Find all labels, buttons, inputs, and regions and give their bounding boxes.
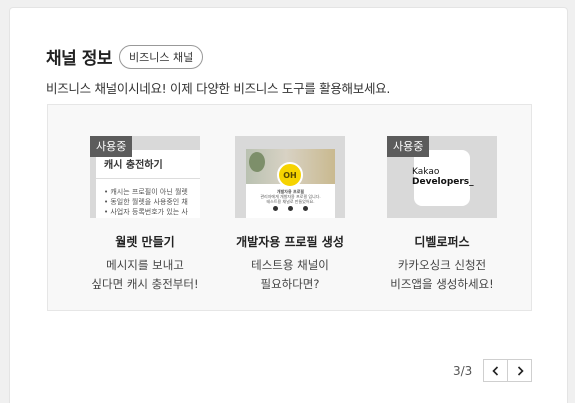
wallet-thumbnail: 사용중 캐시 충전하기 • 캐시는 프로필이 아닌 월렛 • 동일한 월렛을 사… (90, 136, 200, 218)
home-icon (273, 206, 278, 211)
in-use-badge: 사용중 (90, 136, 133, 157)
business-tools-panel: 사용중 캐시 충전하기 • 캐시는 프로필이 아닌 월렛 • 동일한 월렛을 사… (47, 104, 532, 311)
chat-icon (288, 206, 293, 211)
cash-charge-preview: 캐시 충전하기 • 캐시는 프로필이 아닌 월렛 • 동일한 월렛을 사용중인 … (96, 150, 200, 218)
dev-profile-thumbnail: OH 개발자용 프로필 관리자에게 개발자용 프로필 입니다. 테스트용 채널로… (235, 136, 345, 218)
title-row: 채널 정보 비즈니스 채널 (46, 44, 204, 69)
description-text: 비즈니스 채널이시네요! 이제 다양한 비즈니스 도구를 활용해보세요. (46, 81, 391, 96)
profile-avatar: OH (277, 162, 303, 188)
kakao-developers-logo: Kakao Developers_ (412, 150, 474, 206)
card-description: 메시지를 보내고 싶다면 캐시 충전부터! (91, 258, 199, 291)
developers-card[interactable]: 사용중 Kakao Developers_ 디벨로퍼스 카카오싱크 신청전 비즈… (372, 136, 512, 294)
chevron-left-icon (491, 365, 498, 376)
in-use-badge: 사용중 (387, 136, 430, 157)
prev-page-button[interactable] (483, 359, 508, 382)
plant-image (249, 152, 265, 172)
next-page-button[interactable] (507, 359, 532, 382)
card-description: 테스트용 채널이 필요하다면? (251, 258, 329, 291)
card-description: 카카오싱크 신청전 비즈앱을 생성하세요! (390, 258, 494, 291)
developers-thumbnail: 사용중 Kakao Developers_ (387, 136, 497, 218)
card-title: 월렛 만들기 (115, 235, 175, 249)
channel-info-card: 채널 정보 비즈니스 채널 비즈니스 채널이시네요! 이제 다양한 비즈니스 도… (9, 7, 568, 403)
business-channel-badge: 비즈니스 채널 (118, 44, 204, 69)
card-title: 개발자용 프로필 생성 (236, 235, 344, 249)
page-title: 채널 정보 (46, 49, 112, 69)
profile-body: 개발자용 프로필 관리자에게 개발자용 프로필 입니다. 테스트용 채널로 만들… (246, 184, 335, 218)
chevron-right-icon (517, 365, 524, 376)
page-indicator: 3/3 (453, 364, 473, 378)
share-icon (303, 206, 308, 211)
card-title: 디벨로퍼스 (414, 235, 470, 249)
dev-profile-card[interactable]: OH 개발자용 프로필 관리자에게 개발자용 프로필 입니다. 테스트용 채널로… (220, 136, 360, 294)
preview-list: • 캐시는 프로필이 아닌 월렛 • 동일한 월렛을 사용중인 채 • 사업자 … (104, 188, 188, 216)
wallet-card[interactable]: 사용중 캐시 충전하기 • 캐시는 프로필이 아닌 월렛 • 동일한 월렛을 사… (75, 136, 215, 294)
